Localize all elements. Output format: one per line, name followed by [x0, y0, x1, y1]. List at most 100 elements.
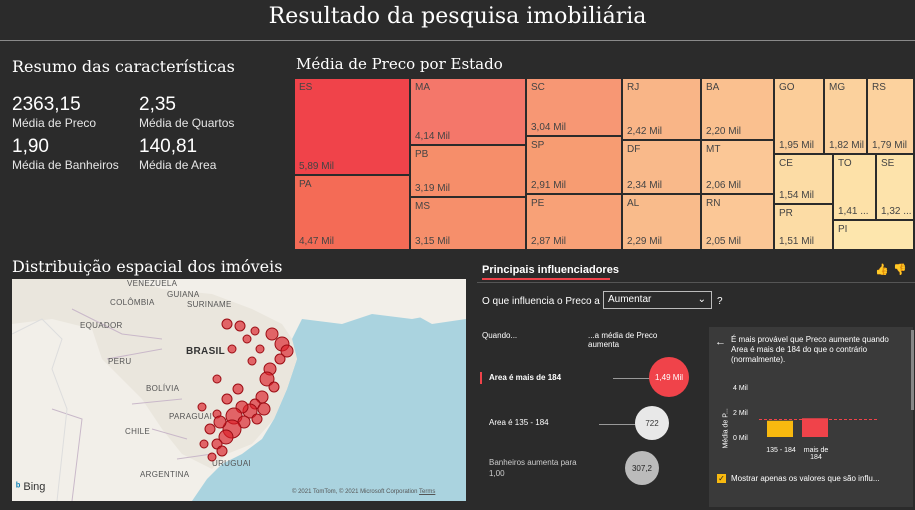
kpi-card-area: 140,81 Média de Area [139, 136, 216, 172]
increase-dropdown[interactable]: Aumentar ⌄ [603, 291, 712, 309]
attribution-text: © 2021 TomTom, © 2021 Microsoft Corporat… [292, 489, 418, 495]
treemap-cell-df[interactable]: DF 2,34 Mil [622, 140, 701, 194]
bar-label: mais de 184 [803, 447, 829, 461]
cell-value: 1,79 Mil [872, 140, 908, 151]
cell-state: MS [415, 201, 430, 212]
treemap-cell-pe[interactable]: PE 2,87 Mil [526, 194, 622, 250]
cell-value: 2,91 Mil [531, 180, 567, 191]
cell-state: RS [872, 82, 886, 93]
treemap-cell-mg[interactable]: MG 1,82 Mil [824, 78, 867, 154]
treemap-cell-al[interactable]: AL 2,29 Mil [622, 194, 701, 250]
influencer-detail-card: ← É mais provável que Preco aumente quan… [709, 327, 913, 507]
cell-value: 2,42 Mil [627, 126, 663, 137]
cell-state: BA [706, 82, 720, 93]
tab-underline [482, 278, 610, 280]
summary-title: Resumo das características [12, 57, 235, 76]
treemap-cell-mt[interactable]: MT 2,06 Mil [701, 140, 774, 194]
detail-bar [767, 420, 793, 437]
influencer-row-label[interactable]: Area é 135 - 184 [489, 418, 549, 427]
treemap-cell-ma[interactable]: MA 4,14 Mil [410, 78, 526, 145]
cell-value: 1,82 Mil [829, 140, 865, 151]
checkbox-label[interactable]: Mostrar apenas os valores que são influ.… [731, 474, 880, 483]
kpi-label: Média de Area [139, 158, 217, 172]
cell-value: 3,15 Mil [415, 236, 451, 247]
cell-value: 2,05 Mil [706, 236, 742, 247]
influencer-row-label[interactable]: Banheiros aumenta para [489, 458, 577, 467]
map-bubble [265, 327, 279, 341]
treemap-cell-pr[interactable]: PR 1,51 Mil [774, 204, 833, 250]
scrollbar[interactable] [911, 330, 914, 410]
treemap-cell-pa[interactable]: PA 4,47 Mil [294, 175, 410, 250]
treemap-cell-sp[interactable]: SP 2,91 Mil [526, 136, 622, 194]
map-bubble [268, 381, 280, 393]
map-bubble [221, 393, 233, 405]
cell-value: 3,19 Mil [415, 183, 451, 194]
map-bubble [234, 320, 246, 332]
kpi-value: 2363,15 [12, 94, 81, 115]
cell-state: AL [627, 198, 640, 209]
treemap-cell-ce[interactable]: CE 1,54 Mil [774, 154, 833, 204]
treemap-cell-ba[interactable]: BA 2,20 Mil [701, 78, 774, 140]
treemap-cell-rj[interactable]: RJ 2,42 Mil [622, 78, 701, 140]
treemap-chart[interactable]: ES 5,89 Mil PA 4,47 Mil MA 4,14 Mil PB 3,19 Mil… [294, 78, 914, 250]
page-title: Resultado da pesquisa imobiliária [268, 4, 647, 29]
cell-value: 2,20 Mil [706, 126, 742, 137]
influencer-row-sub: 1,00 [489, 469, 505, 478]
cell-state: PB [415, 149, 429, 160]
map-bubble [274, 353, 286, 365]
treemap-cell-rs[interactable]: RS 1,79 Mil [867, 78, 914, 154]
treemap-cell-pi[interactable]: PI [833, 220, 914, 250]
treemap-cell-se[interactable]: SE 1,32 ... [876, 154, 914, 220]
divider [477, 282, 915, 283]
map-bubble [257, 402, 271, 416]
treemap-cell-rn[interactable]: RN 2,05 Mil [701, 194, 774, 250]
treemap-cell-es[interactable]: ES 5,89 Mil [294, 78, 410, 175]
treemap-cell-go[interactable]: GO 1,95 Mil [774, 78, 824, 154]
cell-state: PR [779, 208, 793, 219]
treemap-cell-pb[interactable]: PB 3,19 Mil [410, 145, 526, 197]
dropdown-value: Aumentar [608, 294, 652, 305]
cell-value: 2,34 Mil [627, 180, 663, 191]
bubble-map[interactable]: VENEZUELA GUIANA COLÔMBIA SURINAME EQUAD… [12, 279, 466, 501]
cell-state: TO [838, 158, 852, 169]
question-suffix: ? [717, 296, 723, 307]
cell-state: RJ [627, 82, 640, 93]
detail-bar [802, 418, 828, 437]
kpi-value: 2,35 [139, 94, 176, 115]
influence-bubble[interactable]: 1,49 Mil [649, 357, 689, 397]
cell-state: GO [779, 82, 795, 93]
cell-value: 2,06 Mil [706, 180, 742, 191]
col-when: Quando... [482, 331, 518, 340]
thumbs-down-icon[interactable]: 👎 [893, 263, 907, 276]
map-bubble [204, 423, 216, 435]
kpi-card-banheiros: 1,90 Média de Banheiros [12, 136, 119, 172]
map-bubble [227, 344, 237, 354]
influence-bubble[interactable]: 722 [635, 406, 669, 440]
terms-link[interactable]: Terms [419, 489, 435, 495]
cell-state: SE [881, 158, 895, 169]
map-bubbles [197, 318, 294, 462]
cell-value: 2,87 Mil [531, 236, 567, 247]
map-bubble [250, 326, 260, 336]
kpi-card-preco: 2363,15 Média de Preco [12, 94, 96, 130]
detail-bar-chart [759, 418, 879, 437]
col-avg: ...a média de Preco aumenta [588, 331, 658, 349]
back-arrow-icon[interactable]: ← [715, 336, 726, 348]
checkbox[interactable]: ✓ [717, 474, 726, 483]
thumbs-up-icon[interactable]: 👍 [875, 263, 889, 276]
ytick: 0 Mil [733, 435, 748, 442]
cell-state: PI [838, 224, 848, 235]
treemap-cell-sc[interactable]: SC 3,04 Mil [526, 78, 622, 136]
treemap-cell-to[interactable]: TO 1,41 ... [833, 154, 876, 220]
cell-state: MG [829, 82, 846, 93]
bing-logo: ᵇ Bing [16, 481, 45, 493]
cell-value: 1,54 Mil [779, 190, 815, 201]
influencer-row-label[interactable]: Area é mais de 184 [489, 373, 561, 382]
tab-key-influencers[interactable]: Principais influenciadores [482, 264, 619, 276]
treemap-cell-ms[interactable]: MS 3,15 Mil [410, 197, 526, 250]
influence-bubble[interactable]: 307,2 [625, 451, 659, 485]
cell-value: 1,32 ... [881, 206, 912, 217]
map-bubble [221, 318, 233, 330]
map-bubble [213, 415, 227, 429]
detail-text: É mais provável que Preco aumente quando… [731, 335, 889, 364]
